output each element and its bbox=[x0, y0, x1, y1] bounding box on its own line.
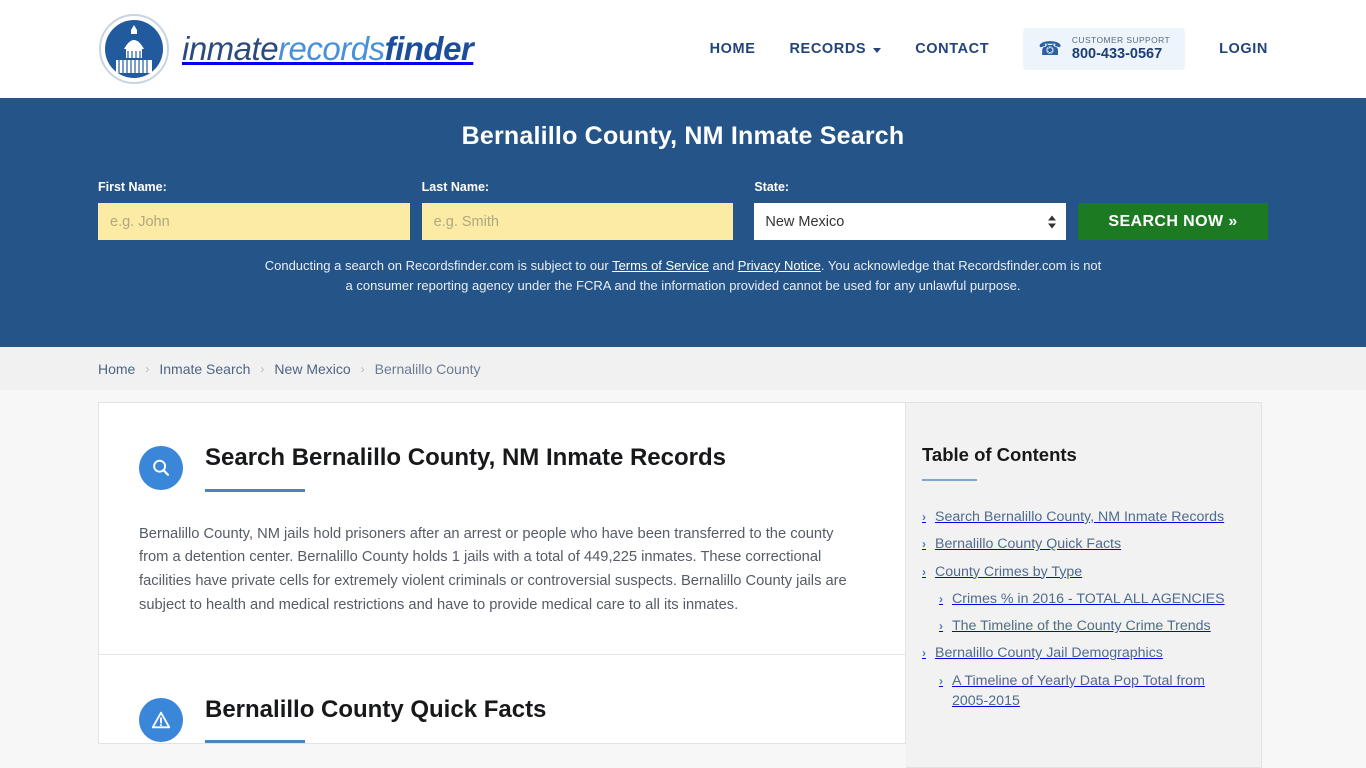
brand-word-part3: finder bbox=[384, 30, 474, 67]
breadcrumb-item-inmate-search[interactable]: Inmate Search bbox=[159, 361, 250, 377]
section-body-search-records: Bernalillo County, NM jails hold prisone… bbox=[139, 525, 847, 614]
main-content: Search Bernalillo County, NM Inmate Reco… bbox=[98, 402, 906, 745]
warning-triangle-icon bbox=[139, 697, 183, 742]
brand-wordmark: inmaterecordsfinder bbox=[182, 30, 474, 68]
nav-item-login[interactable]: LOGIN bbox=[1219, 41, 1268, 57]
section-title-quick-facts: Bernalillo County Quick Facts bbox=[205, 695, 547, 723]
toc-list: › Search Bernalillo County, NM Inmate Re… bbox=[922, 507, 1233, 711]
first-name-field-group: First Name: bbox=[98, 180, 410, 240]
breadcrumb: Home › Inmate Search › New Mexico › Bern… bbox=[0, 347, 1366, 390]
table-of-contents: Table of Contents › Search Bernalillo Co… bbox=[906, 402, 1262, 768]
disclaimer-part2: and bbox=[708, 258, 738, 273]
first-name-label: First Name: bbox=[98, 180, 167, 194]
page-title: Bernalillo County, NM Inmate Search bbox=[461, 122, 905, 150]
state-field-group: State: bbox=[754, 180, 1067, 240]
chevron-down-icon bbox=[873, 47, 882, 53]
toc-item-crime-trends-timeline[interactable]: › The Timeline of the County Crime Trend… bbox=[922, 616, 1233, 636]
nav-item-login-label: LOGIN bbox=[1219, 41, 1268, 57]
last-name-label: Last Name: bbox=[421, 180, 490, 194]
toc-underline bbox=[922, 479, 977, 481]
toc-item-crimes-percent-2016[interactable]: › Crimes % in 2016 - TOTAL ALL AGENCIES bbox=[922, 589, 1233, 609]
chevron-right-icon: › bbox=[260, 361, 265, 376]
chevron-right-icon: › bbox=[922, 646, 926, 661]
toc-item-jail-demographics[interactable]: › Bernalillo County Jail Demographics bbox=[922, 643, 1233, 663]
chevron-right-icon: › bbox=[922, 537, 926, 552]
search-disclaimer: Conducting a search on Recordsfinder.com… bbox=[261, 256, 1106, 296]
section-search-records: Search Bernalillo County, NM Inmate Reco… bbox=[99, 403, 905, 654]
main-navigation: HOME RECORDS CONTACT ☎ CUSTOMER SUPPORT … bbox=[710, 27, 1268, 71]
site-header: inmaterecordsfinder HOME RECORDS CONTACT… bbox=[0, 0, 1366, 98]
state-select[interactable] bbox=[754, 203, 1067, 240]
chevron-right-icon: › bbox=[939, 673, 943, 688]
section-title-search-records: Search Bernalillo County, NM Inmate Reco… bbox=[205, 444, 727, 471]
customer-support-badge[interactable]: ☎ CUSTOMER SUPPORT 800-433-0567 bbox=[1023, 27, 1186, 71]
last-name-field-group: Last Name: bbox=[421, 180, 734, 240]
toc-item-county-crimes-by-type[interactable]: › County Crimes by Type bbox=[922, 562, 1233, 582]
toc-item-search-records[interactable]: › Search Bernalillo County, NM Inmate Re… bbox=[922, 507, 1233, 527]
brand-logo-link[interactable]: inmaterecordsfinder bbox=[98, 13, 474, 85]
toc-item-label: The Timeline of the County Crime Trends bbox=[952, 618, 1211, 635]
toc-item-yearly-pop-total[interactable]: › A Timeline of Yearly Data Pop Total fr… bbox=[922, 671, 1233, 712]
chevron-right-icon: › bbox=[145, 361, 150, 376]
title-underline bbox=[205, 488, 305, 492]
chevron-right-icon: › bbox=[939, 591, 943, 606]
nav-item-records-label: RECORDS bbox=[789, 41, 867, 57]
title-underline bbox=[205, 740, 305, 744]
search-now-button[interactable]: SEARCH NOW » bbox=[1078, 203, 1269, 240]
toc-item-label: County Crimes by Type bbox=[935, 563, 1083, 580]
customer-support-phone: 800-433-0567 bbox=[1071, 45, 1163, 62]
breadcrumb-item-current: Bernalillo County bbox=[374, 360, 481, 377]
section-header: Search Bernalillo County, NM Inmate Reco… bbox=[139, 444, 865, 492]
brand-word-part1: inmate bbox=[182, 30, 279, 67]
toc-item-quick-facts[interactable]: › Bernalillo County Quick Facts bbox=[922, 534, 1233, 554]
capitol-dome-logo-icon bbox=[98, 13, 170, 85]
chevron-right-icon: › bbox=[360, 361, 365, 376]
terms-of-service-link[interactable]: Terms of Service bbox=[612, 258, 709, 273]
nav-item-records[interactable]: RECORDS bbox=[789, 41, 882, 57]
toc-title: Table of Contents bbox=[922, 444, 1077, 465]
page-body: Search Bernalillo County, NM Inmate Reco… bbox=[0, 390, 1366, 768]
toc-item-label: Search Bernalillo County, NM Inmate Reco… bbox=[935, 509, 1225, 525]
state-label: State: bbox=[754, 180, 790, 194]
state-select-wrapper bbox=[754, 203, 1067, 240]
chevron-right-icon: › bbox=[939, 619, 943, 634]
toc-item-label: Bernalillo County Quick Facts bbox=[935, 536, 1122, 553]
disclaimer-part1: Conducting a search on Recordsfinder.com… bbox=[264, 258, 613, 273]
chevron-right-icon: › bbox=[922, 564, 926, 579]
nav-item-contact[interactable]: CONTACT bbox=[915, 41, 989, 57]
nav-item-home[interactable]: HOME bbox=[710, 41, 756, 57]
nav-item-home-label: HOME bbox=[709, 41, 756, 57]
section-quick-facts: Bernalillo County Quick Facts bbox=[99, 655, 905, 744]
brand-word-part2: records bbox=[278, 30, 385, 67]
inmate-search-form: First Name: Last Name: State: SEARCH NOW… bbox=[98, 180, 1269, 240]
first-name-input[interactable] bbox=[98, 203, 410, 240]
headset-icon: ☎ bbox=[1038, 38, 1062, 60]
toc-item-label: Crimes % in 2016 - TOTAL ALL AGENCIES bbox=[952, 590, 1225, 607]
section-header: Bernalillo County Quick Facts bbox=[139, 696, 865, 744]
privacy-notice-link[interactable]: Privacy Notice bbox=[738, 258, 821, 273]
inmate-search-hero: Bernalillo County, NM Inmate Search Firs… bbox=[0, 98, 1366, 347]
last-name-input[interactable] bbox=[421, 203, 734, 240]
nav-item-contact-label: CONTACT bbox=[915, 41, 990, 57]
customer-support-caption: CUSTOMER SUPPORT bbox=[1071, 34, 1171, 45]
breadcrumb-item-new-mexico[interactable]: New Mexico bbox=[274, 361, 350, 377]
toc-item-label: Bernalillo County Jail Demographics bbox=[935, 645, 1163, 662]
breadcrumb-item-home[interactable]: Home bbox=[98, 361, 135, 377]
magnifier-icon bbox=[139, 446, 183, 490]
chevron-right-icon: › bbox=[922, 510, 926, 524]
toc-item-label: A Timeline of Yearly Data Pop Total from… bbox=[952, 672, 1205, 710]
